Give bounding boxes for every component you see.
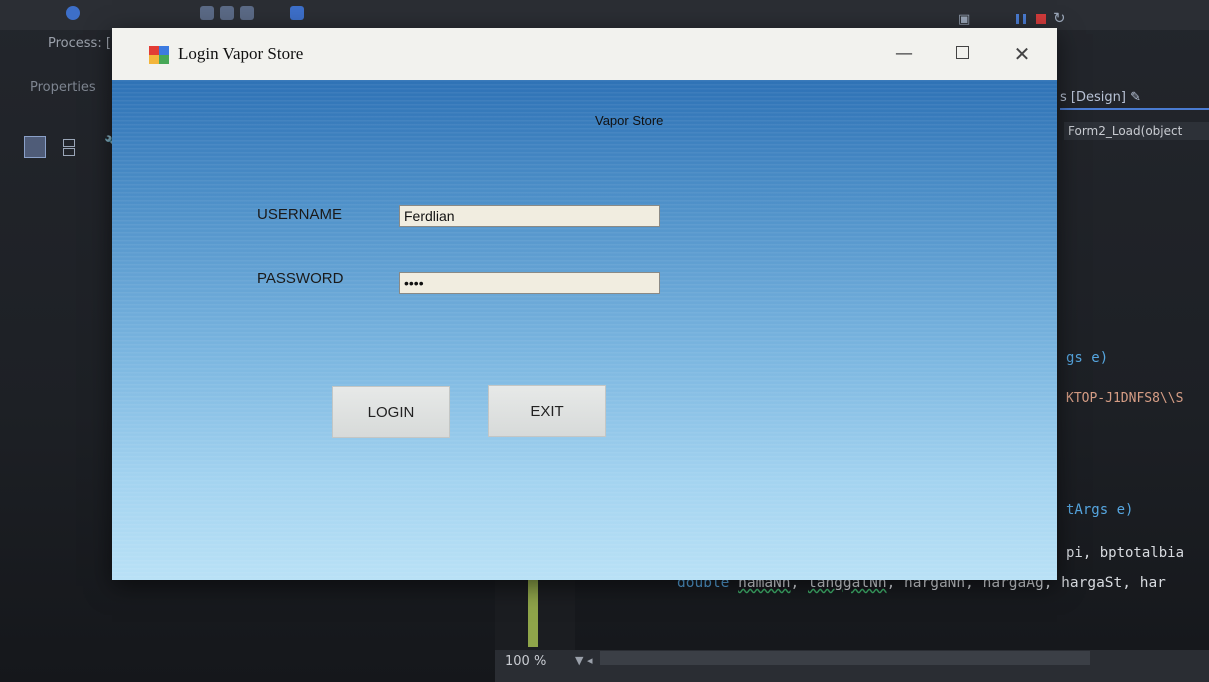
username-label: USERNAME: [257, 206, 343, 223]
login-window: Login Vapor Store — ✕ Vapor Store USERNA…: [112, 28, 1057, 580]
code-line: KTOP-J1DNFS8\\S: [1066, 391, 1184, 406]
minimize-button[interactable]: —: [884, 40, 924, 68]
form-title: Vapor Store: [595, 113, 664, 128]
password-label: PASSWORD: [257, 270, 344, 287]
pause-icon[interactable]: [1016, 14, 1026, 24]
code-line: pi, bptotalbia: [1066, 545, 1185, 561]
stop-icon[interactable]: [1036, 14, 1046, 24]
undo-icon[interactable]: [290, 6, 304, 20]
exit-button[interactable]: EXIT: [488, 385, 606, 437]
close-icon: ✕: [1013, 42, 1031, 66]
password-input[interactable]: [399, 272, 660, 294]
process-label: Process: [: [48, 36, 111, 51]
alphabetical-icon[interactable]: [60, 136, 82, 158]
run-icon[interactable]: ▣: [958, 12, 970, 27]
new-file-icon[interactable]: [240, 6, 254, 20]
zoom-level[interactable]: 100 %: [505, 654, 546, 669]
save-all-icon[interactable]: [220, 6, 234, 20]
design-tab[interactable]: s [Design] ✎: [1060, 90, 1209, 110]
window-titlebar[interactable]: Login Vapor Store — ✕: [112, 28, 1057, 80]
form-client-area: Vapor Store USERNAME PASSWORD LOGIN EXIT: [112, 80, 1057, 580]
minimize-icon: —: [895, 43, 913, 64]
code-fragment: tArgs e): [1066, 502, 1134, 518]
categorized-icon[interactable]: [24, 136, 46, 158]
code-fragment: gs e): [1066, 350, 1109, 366]
username-input[interactable]: [399, 205, 660, 227]
ide-back-icon[interactable]: [66, 6, 80, 20]
horizontal-scrollbar[interactable]: [600, 651, 1090, 665]
window-title: Login Vapor Store: [178, 44, 304, 63]
code-line: gs e): [1066, 350, 1108, 366]
login-button[interactable]: LOGIN: [332, 386, 450, 438]
ide-toolbar: [0, 0, 1209, 30]
close-button[interactable]: ✕: [1002, 40, 1042, 68]
change-indicator: [528, 575, 538, 647]
zoom-dropdown-icon[interactable]: ▼ ◂: [575, 654, 592, 667]
method-dropdown[interactable]: Form2_Load(object: [1064, 122, 1209, 140]
maximize-icon: [955, 46, 969, 59]
properties-panel-title: Properties: [30, 80, 96, 95]
save-icon[interactable]: [200, 6, 214, 20]
maximize-button[interactable]: [942, 40, 982, 68]
app-icon[interactable]: [149, 46, 169, 64]
restart-icon[interactable]: ↻: [1053, 9, 1066, 27]
code-line: tArgs e): [1066, 502, 1133, 518]
